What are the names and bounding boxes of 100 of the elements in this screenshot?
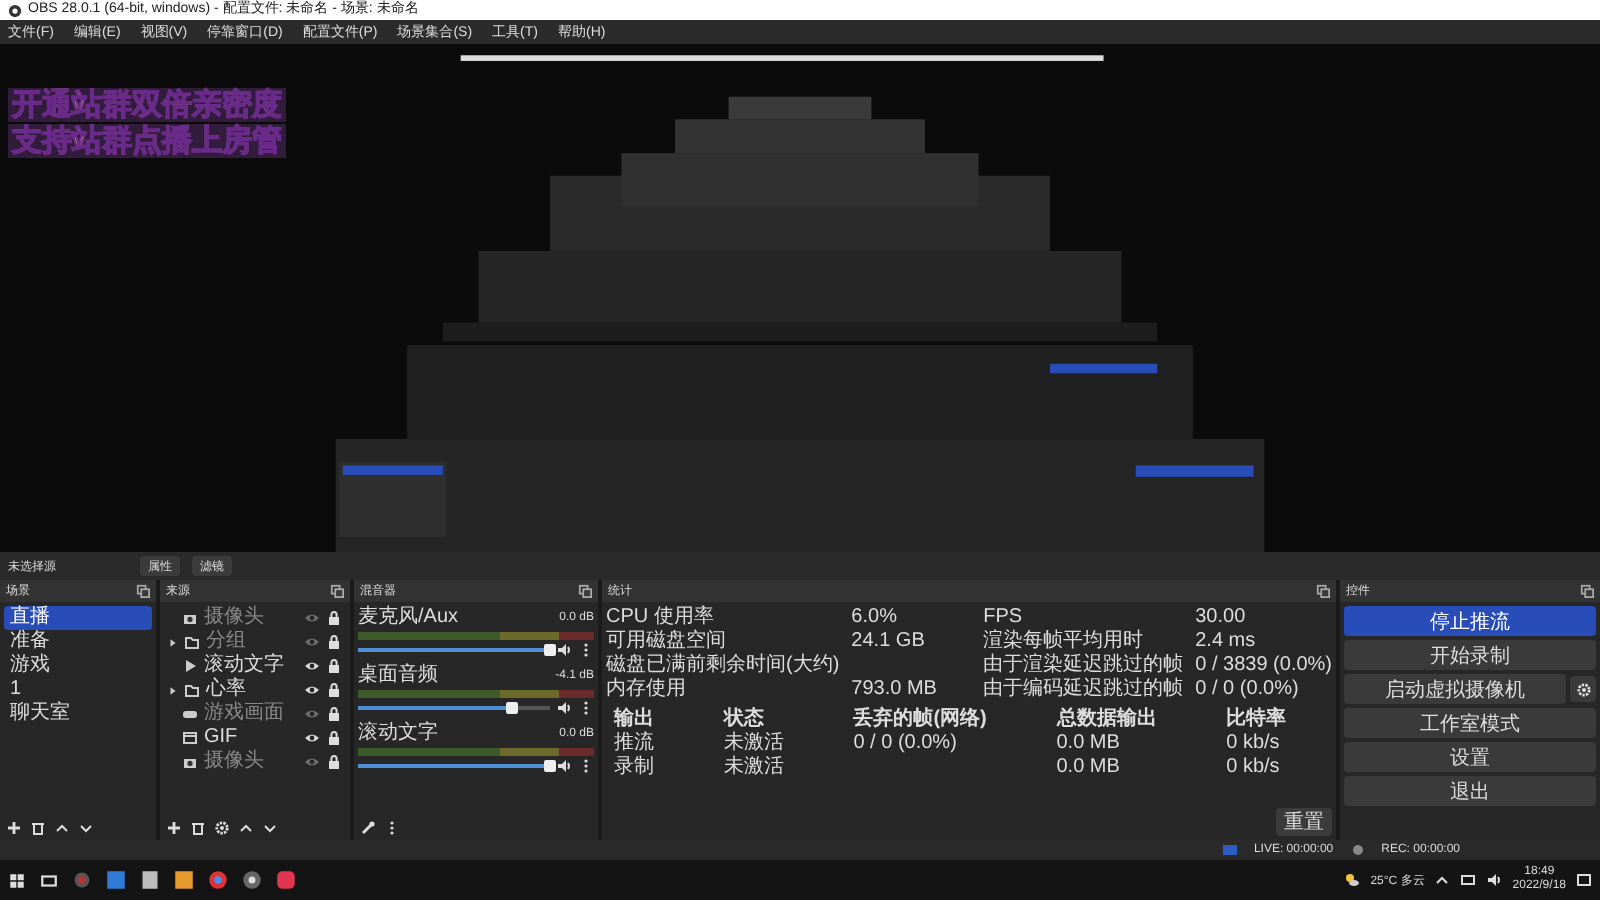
stat-label: 磁盘已满前剩余时间(大约) — [606, 654, 840, 677]
play-icon — [182, 658, 198, 674]
scene-item[interactable]: 聊天室 — [4, 702, 152, 726]
stat-label: FPS — [983, 606, 1025, 629]
float-icon[interactable] — [1580, 584, 1594, 598]
stat-label: 由于渲染延迟跳过的帧 — [983, 654, 1184, 677]
table-cell-text: 录制 — [614, 756, 656, 780]
column-header: 比特率 — [1226, 708, 1289, 732]
record-app-icon[interactable] — [72, 870, 92, 890]
source-item[interactable]: 游戏画面 — [204, 702, 298, 726]
control-button[interactable]: 停止推流 — [1344, 606, 1596, 636]
column-header: 状态 — [723, 708, 766, 731]
gear-icon — [1575, 681, 1591, 697]
banner-text: 开通站群双倍亲密度 — [8, 88, 286, 122]
column-header: 总数据输出 — [1056, 708, 1159, 732]
float-icon[interactable] — [1316, 584, 1330, 598]
control-button[interactable]: 开始录制 — [1344, 640, 1596, 670]
source-item[interactable]: 摄像头 — [204, 750, 298, 774]
camera-icon — [182, 610, 198, 626]
lock-icon[interactable] — [326, 706, 342, 722]
table-cell-text: 0 kb/s — [1226, 732, 1282, 756]
gamepad-icon — [182, 706, 198, 722]
stat-value: 793.0 MB — [851, 678, 939, 702]
speaker-icon[interactable] — [556, 642, 572, 658]
expand-arrow-icon[interactable] — [168, 637, 178, 647]
stat-label: 渲染每帧平均用时 — [983, 630, 1146, 653]
scene-item[interactable]: 1 — [4, 678, 152, 702]
up-icon[interactable] — [54, 820, 70, 836]
float-icon[interactable] — [136, 584, 150, 598]
expand-arrow-icon[interactable] — [168, 685, 178, 695]
stat-value: 0 / 0 (0.0%) — [1195, 678, 1301, 702]
stat-value: 6.0% — [851, 606, 899, 630]
folder-icon — [184, 634, 200, 650]
up-icon[interactable] — [238, 820, 254, 836]
table-cell-text: 推流 — [614, 732, 656, 755]
lock-icon[interactable] — [326, 634, 342, 650]
control-button[interactable]: 启动虚拟摄像机 — [1344, 674, 1566, 704]
settings-icon[interactable] — [214, 820, 230, 836]
lock-icon[interactable] — [326, 754, 342, 770]
weather-icon[interactable] — [1344, 872, 1361, 888]
speaker-icon[interactable] — [556, 700, 572, 716]
scene-item[interactable]: 准备 — [4, 630, 152, 654]
stat-value: 24.1 GB — [851, 630, 927, 654]
lock-icon[interactable] — [326, 658, 342, 674]
column-header: 丢弃的帧(网络) — [853, 708, 989, 732]
scene-item[interactable]: 游戏 — [4, 654, 152, 678]
add-icon[interactable] — [6, 820, 22, 836]
start-icon[interactable] — [8, 871, 26, 889]
table-cell-text: 0 / 0 (0.0%) — [853, 732, 959, 756]
reset-button[interactable]: 重置 — [1276, 808, 1332, 836]
source-item[interactable]: GIF — [204, 726, 298, 750]
slider-handle[interactable] — [544, 644, 556, 656]
slider-handle[interactable] — [544, 760, 556, 772]
float-icon[interactable] — [330, 584, 344, 598]
trash-icon[interactable] — [190, 820, 206, 836]
document-app-icon[interactable] — [140, 870, 160, 890]
table-cell-text: 0.0 MB — [1056, 756, 1122, 780]
visibility-eye-icon[interactable] — [304, 682, 320, 698]
volume-slider[interactable] — [358, 760, 550, 772]
control-button[interactable]: 设置 — [1344, 742, 1596, 772]
down-icon[interactable] — [262, 820, 278, 836]
table-cell-text: 未激活 — [723, 756, 786, 780]
control-button[interactable]: 退出 — [1344, 776, 1596, 806]
volume-icon[interactable] — [1486, 872, 1503, 888]
stat-value: 30.00 — [1195, 606, 1248, 630]
lock-icon[interactable] — [326, 610, 342, 626]
wrench-icon[interactable] — [360, 820, 376, 836]
stat-label: CPU 使用率 — [606, 606, 716, 629]
volume-slider[interactable] — [358, 644, 550, 656]
lock-icon[interactable] — [326, 682, 342, 698]
stat-value: 2.4 ms — [1195, 630, 1258, 654]
add-icon[interactable] — [166, 820, 182, 836]
source-item[interactable]: 分组 — [206, 630, 298, 654]
scene-item[interactable]: 直播 — [4, 606, 152, 630]
record-icon[interactable] — [1349, 842, 1366, 858]
stat-label: 内存使用 — [606, 678, 688, 702]
picture-app-icon[interactable] — [106, 870, 126, 890]
speaker-icon[interactable] — [556, 758, 572, 774]
down-icon[interactable] — [78, 820, 94, 836]
browser-icon[interactable] — [208, 870, 228, 890]
rounded-square-app-icon[interactable] — [276, 870, 296, 890]
slider-handle[interactable] — [505, 702, 518, 714]
trash-icon[interactable] — [30, 820, 46, 836]
visibility-eye-icon[interactable] — [304, 730, 320, 746]
task-view-icon[interactable] — [40, 871, 58, 889]
source-item[interactable]: 摄像头 — [204, 606, 298, 630]
notes-app-icon[interactable] — [174, 870, 194, 890]
settings-button[interactable] — [1570, 676, 1596, 702]
control-button[interactable]: 工作室模式 — [1344, 708, 1596, 738]
volume-slider[interactable] — [358, 702, 550, 714]
float-icon[interactable] — [578, 584, 592, 598]
lock-icon[interactable] — [326, 730, 342, 746]
source-item[interactable]: 心率 — [206, 678, 298, 702]
visibility-eye-icon[interactable] — [304, 658, 320, 674]
source-item[interactable]: 滚动文字 — [204, 654, 298, 678]
banner-text: 支持站群点播上房管 — [8, 124, 286, 158]
chevron-up-icon[interactable] — [1434, 872, 1451, 888]
stat-label: 可用磁盘空间 — [606, 630, 728, 653]
folder-icon — [184, 682, 200, 698]
table-cell-text: 0 kb/s — [1226, 756, 1282, 780]
